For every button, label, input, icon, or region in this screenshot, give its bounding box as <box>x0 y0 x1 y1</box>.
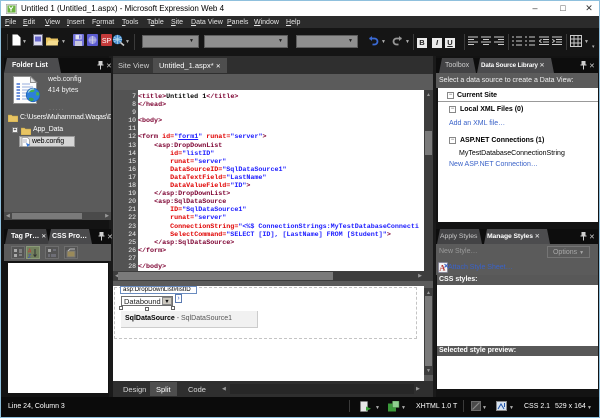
svg-text:Z: Z <box>28 254 31 258</box>
svg-text:SP: SP <box>102 38 112 45</box>
